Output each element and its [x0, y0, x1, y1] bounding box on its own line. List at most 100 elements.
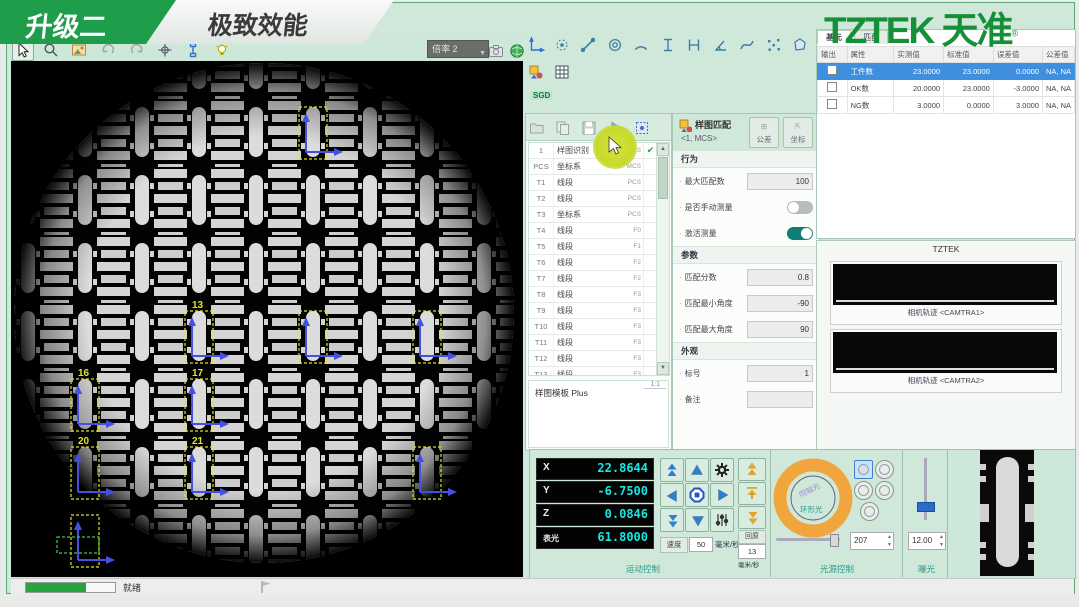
feature-row[interactable]: T4 线段 F0	[529, 223, 657, 239]
jog-sliders-button[interactable]	[710, 508, 734, 532]
feature-check-icon[interactable]	[643, 207, 657, 222]
distance-tool-icon[interactable]	[658, 34, 678, 56]
pattern-tool-icon[interactable]	[526, 62, 546, 84]
light-channel-3-button[interactable]	[854, 481, 873, 500]
z-up-fast-button[interactable]	[738, 458, 766, 481]
table-row[interactable]: 工件数 23.0000 23.0000 0.0000 NA, NA	[818, 63, 1075, 80]
feature-name: 线段	[554, 287, 615, 302]
light-intensity-slider[interactable]	[776, 538, 840, 541]
feature-row[interactable]: T3 坐标系 PCS	[529, 207, 657, 223]
param-input[interactable]: 1	[747, 365, 813, 382]
param-input[interactable]: 90	[747, 321, 813, 338]
feature-row[interactable]: T10 线段 F3	[529, 319, 657, 335]
feature-check-icon[interactable]	[643, 367, 657, 376]
arc-tool-icon[interactable]	[632, 34, 652, 56]
circle-tool-icon[interactable]	[605, 34, 625, 56]
open-icon[interactable]	[527, 117, 547, 139]
feature-list-scrollbar[interactable]: ▲ ▼	[656, 142, 670, 376]
ring-light-dial[interactable]: 同轴光 环形光	[770, 454, 856, 540]
feature-row[interactable]: T13 线段 F3	[529, 367, 657, 376]
param-input[interactable]: 0.8	[747, 269, 813, 286]
width-tool-icon[interactable]	[685, 34, 705, 56]
camera-view[interactable]: 1620131721	[11, 61, 523, 577]
tolerance-button[interactable]: ⊞公差	[749, 117, 779, 148]
feature-row[interactable]: T2 线段 PCS	[529, 191, 657, 207]
jog-left-button[interactable]	[660, 483, 684, 507]
z-speed-input[interactable]: 13	[738, 544, 766, 559]
light-slider-handle[interactable]	[830, 534, 839, 547]
copy-icon[interactable]	[553, 117, 573, 139]
scroll-thumb[interactable]	[658, 157, 668, 199]
coordinate-button[interactable]: ⇱坐标	[783, 117, 813, 148]
angle-tool-icon[interactable]	[711, 34, 731, 56]
feature-check-icon[interactable]	[643, 175, 657, 190]
feature-check-icon[interactable]: ✔	[643, 143, 657, 158]
jog-settings-button[interactable]	[710, 458, 734, 482]
light-channel-4-button[interactable]	[875, 481, 894, 500]
feature-check-icon[interactable]	[643, 159, 657, 174]
z-up-button[interactable]	[738, 482, 766, 505]
feature-row[interactable]: T11 线段 F3	[529, 335, 657, 351]
snapshot-button[interactable]	[485, 40, 507, 62]
param-field: ·备注	[673, 386, 819, 412]
region-icon[interactable]	[633, 117, 653, 139]
curve-tool-icon[interactable]	[738, 34, 758, 56]
axis-readout-Z: Z 0.0846	[536, 504, 654, 526]
feature-row[interactable]: PCS 坐标系 MCS	[529, 159, 657, 175]
table-row[interactable]: OK数 20.0000 23.0000 -3.0000 NA, NA	[818, 80, 1075, 97]
coordinate-tool-icon[interactable]	[526, 34, 546, 56]
exposure-spinner[interactable]: 12.00▲▼	[908, 532, 946, 550]
table-row[interactable]: NG数 3.0000 0.0000 3.0000 NA, NA	[818, 97, 1075, 114]
param-input[interactable]	[747, 391, 813, 408]
scroll-down-icon[interactable]: ▼	[657, 362, 669, 375]
blob-tool-icon[interactable]	[791, 34, 811, 56]
report-grid-icon[interactable]	[552, 62, 572, 84]
jog-up-button[interactable]	[685, 458, 709, 482]
feature-row[interactable]: T9 线段 F3	[529, 303, 657, 319]
feature-check-icon[interactable]	[643, 239, 657, 254]
feature-row[interactable]: T8 线段 F3	[529, 287, 657, 303]
feature-check-icon[interactable]	[643, 319, 657, 334]
feature-check-icon[interactable]	[643, 303, 657, 318]
light-channel-5-button[interactable]	[860, 502, 879, 521]
feature-check-icon[interactable]	[643, 351, 657, 366]
exposure-slider[interactable]	[924, 458, 927, 520]
jog-right-button[interactable]	[710, 483, 734, 507]
exposure-slider-handle[interactable]	[917, 502, 935, 512]
jog-up-fast-button[interactable]	[660, 458, 684, 482]
home-button[interactable]: 回原	[738, 530, 766, 544]
feature-row[interactable]: T6 线段 F2	[529, 255, 657, 271]
point-set-tool-icon[interactable]	[764, 34, 784, 56]
jog-down-fast-button[interactable]	[660, 508, 684, 532]
output-checkbox[interactable]	[818, 63, 848, 80]
feature-row[interactable]: T7 线段 F2	[529, 271, 657, 287]
jog-stop-button[interactable]	[685, 483, 709, 507]
feature-check-icon[interactable]	[643, 223, 657, 238]
feature-row[interactable]: T12 线段 F3	[529, 351, 657, 367]
magnification-dropdown[interactable]: 倍率 2▼	[427, 40, 489, 58]
param-input[interactable]: 100	[747, 173, 813, 190]
light-value-spinner[interactable]: 207▲▼	[850, 532, 894, 550]
feature-check-icon[interactable]	[643, 255, 657, 270]
param-input[interactable]: -90	[747, 295, 813, 312]
toggle-switch[interactable]	[787, 201, 813, 214]
feature-check-icon[interactable]	[643, 287, 657, 302]
feature-row[interactable]: T5 线段 F1	[529, 239, 657, 255]
speed-input[interactable]: 50	[689, 537, 713, 552]
output-checkbox[interactable]	[818, 97, 848, 114]
camera-trace-panel: TZTEK 相机轨迹 <CAMTRA1> 相机轨迹 <CAMTRA2>	[816, 240, 1076, 451]
feature-check-icon[interactable]	[643, 335, 657, 350]
toggle-switch[interactable]	[787, 227, 813, 240]
feature-row[interactable]: T1 线段 PCS	[529, 175, 657, 191]
scroll-up-icon[interactable]: ▲	[657, 143, 669, 156]
light-channel-2-button[interactable]	[875, 460, 894, 479]
feature-check-icon[interactable]	[643, 271, 657, 286]
speed-button[interactable]: 速度	[660, 537, 688, 553]
light-channel-1-button[interactable]	[854, 460, 873, 479]
z-down-fast-button[interactable]	[738, 506, 766, 529]
jog-down-button[interactable]	[685, 508, 709, 532]
point-tool-icon[interactable]	[552, 34, 572, 56]
output-checkbox[interactable]	[818, 80, 848, 97]
feature-check-icon[interactable]	[643, 191, 657, 206]
line-tool-icon[interactable]	[579, 34, 599, 56]
